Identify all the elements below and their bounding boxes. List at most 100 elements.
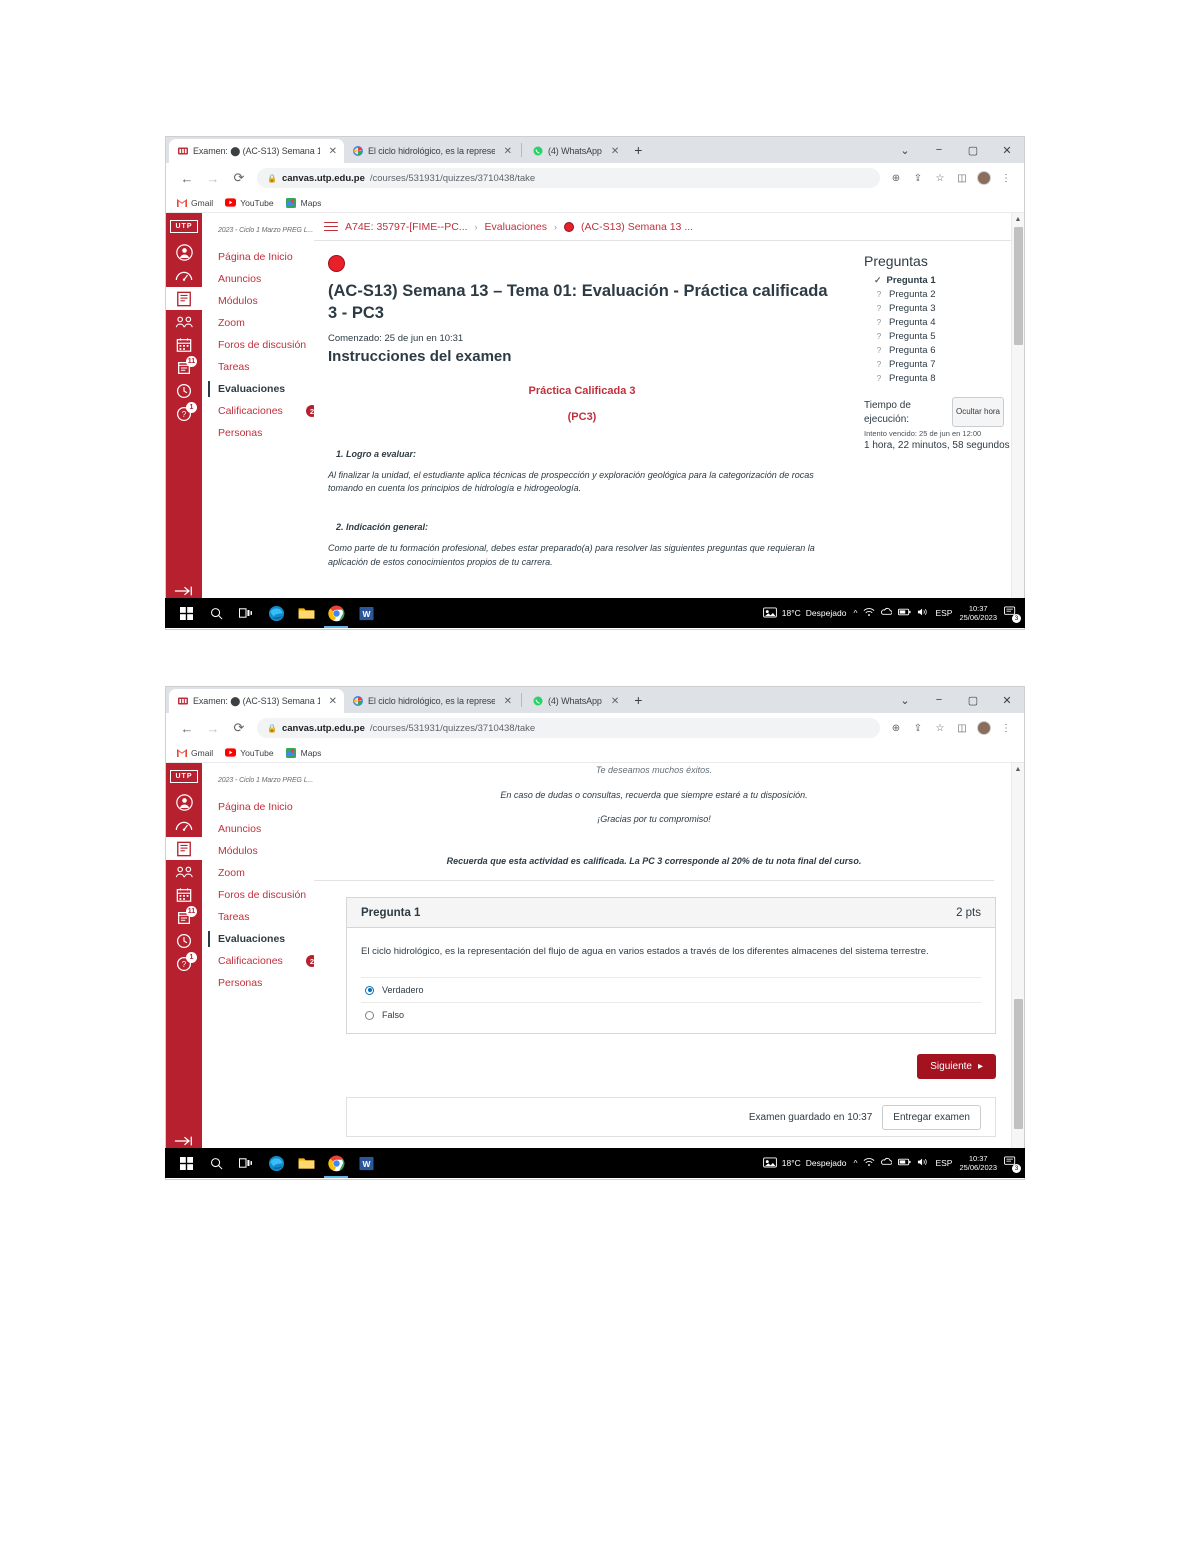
course-nav-calificaciones[interactable]: Calificaciones 2 (218, 950, 318, 972)
chrome-menu-icon[interactable]: ⋮ (996, 718, 1016, 738)
weather-widget[interactable]: 18°C Despejado (762, 1156, 846, 1170)
avatar[interactable] (974, 718, 994, 738)
close-icon[interactable]: ✕ (500, 696, 512, 707)
scrollbar-thumb[interactable] (1014, 227, 1023, 345)
close-icon[interactable]: ✕ (500, 146, 512, 157)
question-link-2[interactable]: ? Pregunta 2 (864, 287, 1016, 301)
sidebar-item-help[interactable]: ? 1 (166, 402, 202, 425)
sidebar-item-courses[interactable] (166, 837, 202, 860)
close-icon[interactable]: ✕ (607, 696, 619, 707)
course-nav-zoom[interactable]: Zoom (218, 862, 314, 884)
chrome-app[interactable] (321, 1148, 351, 1178)
course-nav-tareas[interactable]: Tareas (218, 906, 314, 928)
reload-icon[interactable]: ⟳ (226, 165, 252, 191)
task-view-button[interactable] (231, 1148, 261, 1178)
start-button[interactable] (171, 598, 201, 628)
sidebar-item-history[interactable] (166, 929, 202, 952)
next-question-button[interactable]: Siguiente ▸ (917, 1054, 996, 1080)
sidebar-item-account[interactable] (166, 791, 202, 814)
question-link-6[interactable]: ? Pregunta 6 (864, 343, 1016, 357)
sidebar-item-groups[interactable] (166, 310, 202, 333)
browser-tab-google[interactable]: El ciclo hidrológico, es la represe ✕ (344, 689, 519, 713)
edge-app[interactable] (261, 1148, 291, 1178)
clock[interactable]: 10:37 25/06/2023 (959, 604, 997, 623)
sidebar-item-help[interactable]: ? 1 (166, 952, 202, 975)
radio-button[interactable] (365, 985, 374, 995)
sidebar-item-calendar[interactable] (166, 333, 202, 356)
course-nav-evaluaciones[interactable]: Evaluaciones (208, 928, 314, 950)
side-panel-icon[interactable]: ◫ (952, 168, 972, 188)
course-nav-modulos[interactable]: Módulos (218, 290, 314, 312)
wifi-icon[interactable] (863, 1157, 875, 1169)
tray-chevron-icon[interactable]: ^ (853, 1158, 857, 1168)
chrome-app[interactable] (321, 598, 351, 628)
volume-icon[interactable] (917, 607, 929, 619)
tray-chevron-icon[interactable]: ^ (853, 608, 857, 618)
sidebar-item-calendar[interactable] (166, 883, 202, 906)
url-input[interactable]: 🔒 canvas.utp.edu.pe/courses/531931/quizz… (257, 718, 880, 738)
word-app[interactable]: W (351, 598, 381, 628)
sidebar-item-inbox[interactable]: 11 (166, 906, 202, 929)
course-nav-personas[interactable]: Personas (218, 972, 314, 994)
hide-time-button[interactable]: Ocultar hora (952, 397, 1004, 427)
collapse-nav-button[interactable] (166, 585, 202, 597)
course-nav-zoom[interactable]: Zoom (218, 312, 314, 334)
clock[interactable]: 10:37 25/06/2023 (959, 1154, 997, 1173)
bookmark-maps[interactable]: Maps (286, 197, 321, 208)
task-view-button[interactable] (231, 598, 261, 628)
close-window-button[interactable]: ✕ (990, 137, 1024, 163)
notification-center-button[interactable]: 3 (1004, 606, 1021, 623)
course-nav-pagina-de-inicio[interactable]: Página de Inicio (218, 246, 314, 268)
reload-icon[interactable]: ⟳ (226, 715, 252, 741)
bookmark-gmail[interactable]: Gmail (176, 747, 213, 758)
share-icon[interactable]: ⇪ (908, 168, 928, 188)
scrollbar-thumb[interactable] (1014, 999, 1023, 1129)
course-nav-foros-de-discusion[interactable]: Foros de discusión (218, 334, 314, 356)
minimize-button[interactable]: − (922, 687, 956, 713)
url-input[interactable]: 🔒 canvas.utp.edu.pe/courses/531931/quizz… (257, 168, 880, 188)
course-nav-personas[interactable]: Personas (218, 422, 314, 444)
vertical-scrollbar[interactable]: ▲ ▼ (1011, 213, 1024, 607)
breadcrumb-section[interactable]: Evaluaciones (485, 221, 547, 233)
course-nav-tareas[interactable]: Tareas (218, 356, 314, 378)
new-tab-button[interactable]: + (626, 143, 650, 157)
back-icon[interactable]: ← (174, 165, 200, 191)
answer-option-falso[interactable]: Falso (361, 1002, 981, 1027)
battery-icon[interactable] (898, 1158, 911, 1168)
hamburger-menu-icon[interactable] (324, 221, 338, 232)
bookmark-maps[interactable]: Maps (286, 747, 321, 758)
question-link-8[interactable]: ? Pregunta 8 (864, 371, 1016, 385)
sidebar-item-history[interactable] (166, 379, 202, 402)
collapse-nav-button[interactable] (166, 1135, 202, 1147)
close-icon[interactable]: ✕ (607, 146, 619, 157)
course-nav-anuncios[interactable]: Anuncios (218, 818, 314, 840)
course-nav-foros-de-discusion[interactable]: Foros de discusión (218, 884, 314, 906)
start-button[interactable] (171, 1148, 201, 1178)
forward-icon[interactable]: → (200, 715, 226, 741)
answer-option-verdadero[interactable]: Verdadero (361, 977, 981, 1002)
language-indicator[interactable]: ESP (935, 608, 952, 618)
file-explorer-app[interactable] (291, 1148, 321, 1178)
language-indicator[interactable]: ESP (935, 1158, 952, 1168)
share-icon[interactable]: ⇪ (908, 718, 928, 738)
course-nav-anuncios[interactable]: Anuncios (218, 268, 314, 290)
browser-tab-canvas[interactable]: Examen: ⬤ (AC-S13) Semana 13 ✕ (169, 689, 344, 713)
close-window-button[interactable]: ✕ (990, 687, 1024, 713)
weather-widget[interactable]: 18°C Despejado (762, 606, 846, 620)
minimize-button[interactable]: − (922, 137, 956, 163)
search-button[interactable] (201, 1148, 231, 1178)
browser-tab-whatsapp[interactable]: (4) WhatsApp ✕ (524, 139, 626, 163)
chrome-menu-icon[interactable]: ⋮ (996, 168, 1016, 188)
bookmark-gmail[interactable]: Gmail (176, 197, 213, 208)
scroll-up-arrow[interactable]: ▲ (1012, 763, 1024, 775)
avatar[interactable] (974, 168, 994, 188)
radio-button[interactable] (365, 1010, 374, 1020)
course-nav-pagina-de-inicio[interactable]: Página de Inicio (218, 796, 314, 818)
close-icon[interactable]: ✕ (325, 696, 337, 707)
sidebar-item-courses[interactable] (166, 287, 202, 310)
file-explorer-app[interactable] (291, 598, 321, 628)
browser-tab-google[interactable]: El ciclo hidrológico, es la represe ✕ (344, 139, 519, 163)
sidebar-item-dashboard[interactable] (166, 264, 202, 287)
notification-center-button[interactable]: 3 (1004, 1156, 1021, 1173)
search-button[interactable] (201, 598, 231, 628)
